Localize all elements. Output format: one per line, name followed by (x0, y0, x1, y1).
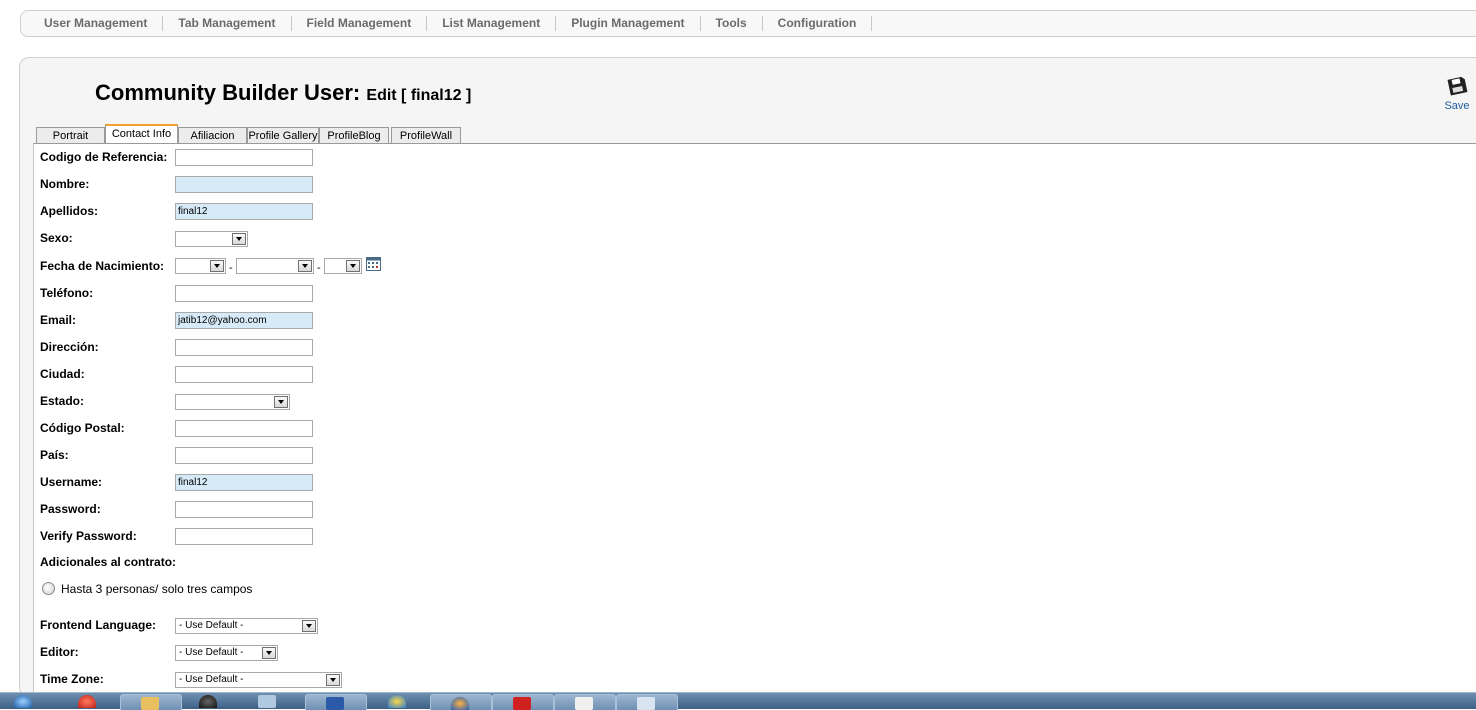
menu-tools[interactable]: Tools (701, 16, 763, 31)
sexo-select[interactable] (175, 231, 248, 247)
timezone-select[interactable]: - Use Default - (175, 672, 342, 688)
sexo-label: Sexo: (40, 231, 73, 245)
menu-plugin-management[interactable]: Plugin Management (556, 16, 701, 31)
pais-field[interactable] (175, 447, 313, 464)
editor-value: - Use Default - (179, 647, 244, 658)
menu-field-management[interactable]: Field Management (292, 16, 428, 31)
pais-label: País: (40, 448, 69, 462)
app-icon (637, 697, 655, 710)
password-label: Password: (40, 502, 101, 516)
media-player-icon[interactable] (199, 695, 217, 708)
start-button-icon[interactable] (14, 695, 32, 708)
folder-icon (141, 697, 159, 710)
floppy-disk-icon (1447, 76, 1468, 96)
frontend-language-value: - Use Default - (179, 620, 244, 631)
windows-taskbar (0, 692, 1476, 710)
firefox-icon (451, 697, 469, 710)
top-menu-bar: User Management Tab Management Field Man… (20, 10, 1476, 37)
notepad-icon (575, 697, 593, 710)
fecha-label: Fecha de Nacimiento: (40, 259, 165, 273)
tab-contact-info[interactable]: Contact Info (105, 124, 178, 144)
estado-label: Estado: (40, 394, 85, 408)
telefono-label: Teléfono: (40, 286, 94, 300)
apellidos-label: Apellidos: (40, 204, 99, 218)
chevron-down-icon (274, 396, 288, 408)
menu-list-management[interactable]: List Management (427, 16, 557, 31)
fecha-separator: - (229, 262, 233, 274)
adicionales-radio-option[interactable]: Hasta 3 personas/ solo tres campos (42, 582, 252, 596)
ciudad-label: Ciudad: (40, 367, 85, 381)
chevron-down-icon (346, 260, 360, 272)
tab-profile-gallery[interactable]: Profile Gallery (247, 127, 319, 143)
radio-option-label: Hasta 3 personas/ solo tres campos (61, 582, 253, 596)
page-subtitle: Edit [ final12 ] (366, 87, 472, 104)
timezone-label: Time Zone: (40, 672, 104, 686)
tab-portrait[interactable]: Portrait (36, 127, 105, 143)
app-icon[interactable] (258, 695, 276, 708)
filezilla-icon (513, 697, 531, 710)
tab-profileblog[interactable]: ProfileBlog (319, 127, 389, 143)
tab-afiliacion[interactable]: Afiliacion (178, 127, 247, 143)
chevron-down-icon (326, 674, 340, 686)
verify-password-field[interactable] (175, 528, 313, 545)
app-icon (326, 697, 344, 710)
menu-tab-management[interactable]: Tab Management (163, 16, 292, 31)
save-label: Save (1444, 100, 1470, 112)
fecha-year-select[interactable] (324, 258, 362, 274)
page-title-text: Community Builder User: (95, 80, 361, 105)
username-field[interactable]: final12 (175, 474, 313, 491)
direccion-field[interactable] (175, 339, 313, 356)
username-label: Username: (40, 475, 103, 489)
codigo-label: Codigo de Referencia: (40, 150, 168, 164)
email-label: Email: (40, 313, 77, 327)
codigo-field[interactable] (175, 149, 313, 166)
editor-label: Editor: (40, 645, 79, 659)
internet-explorer-icon[interactable] (388, 695, 406, 708)
postal-field[interactable] (175, 420, 313, 437)
tab-profilewall[interactable]: ProfileWall (391, 127, 461, 143)
chevron-down-icon (302, 620, 316, 632)
fecha-month-select[interactable] (236, 258, 314, 274)
save-button[interactable]: Save (1440, 76, 1474, 118)
email-field[interactable]: jatib12@yahoo.com (175, 312, 313, 329)
fecha-separator: - (317, 262, 321, 274)
menu-user-management[interactable]: User Management (29, 16, 164, 31)
frontend-language-label: Frontend Language: (40, 618, 156, 632)
nombre-label: Nombre: (40, 177, 90, 191)
frontend-language-select[interactable]: - Use Default - (175, 618, 318, 634)
calendar-icon[interactable] (366, 257, 381, 271)
chevron-down-icon (232, 233, 246, 245)
menu-configuration[interactable]: Configuration (763, 16, 873, 31)
editor-select[interactable]: - Use Default - (175, 645, 278, 661)
page-title: Community Builder User: Edit [ final12 ] (95, 80, 471, 106)
telefono-field[interactable] (175, 285, 313, 302)
password-field[interactable] (175, 501, 313, 518)
nombre-field[interactable] (175, 176, 313, 193)
adicionales-label: Adicionales al contrato: (40, 555, 177, 569)
app-icon[interactable] (78, 695, 96, 708)
ciudad-field[interactable] (175, 366, 313, 383)
direccion-label: Dirección: (40, 340, 99, 354)
radio-button[interactable] (42, 582, 55, 595)
chevron-down-icon (262, 647, 276, 659)
verify-password-label: Verify Password: (40, 529, 137, 543)
postal-label: Código Postal: (40, 421, 125, 435)
estado-select[interactable] (175, 394, 290, 410)
timezone-value: - Use Default - (179, 674, 244, 685)
chevron-down-icon (298, 260, 312, 272)
apellidos-field[interactable]: final12 (175, 203, 313, 220)
chevron-down-icon (210, 260, 224, 272)
fecha-day-select[interactable] (175, 258, 226, 274)
